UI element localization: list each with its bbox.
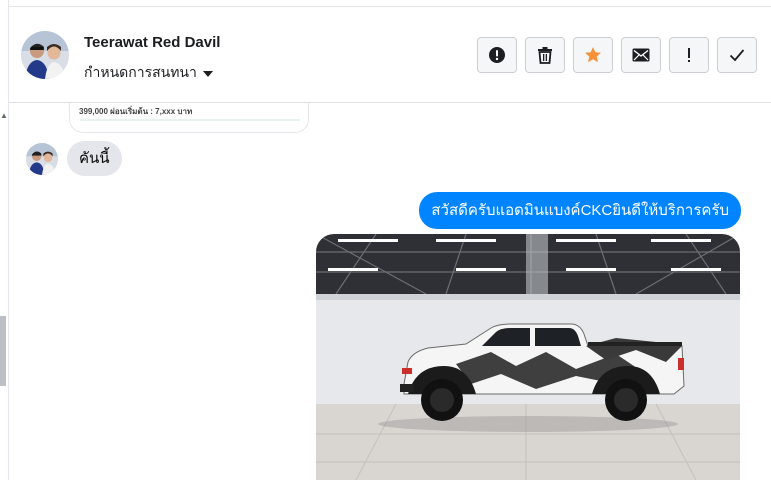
message-thread: 399,000 ผ่อนเริ่มต้น : 7,xxx บาท คันนี้ … [9, 103, 771, 480]
messenger-conversation: ▲ Teerawat Red Davil กำหนดการสนทนา 399,0… [0, 0, 771, 480]
follow-up-button[interactable] [669, 37, 709, 73]
previous-attachment-card[interactable]: 399,000 ผ่อนเริ่มต้น : 7,xxx บาท [69, 103, 309, 133]
card-divider [80, 119, 300, 121]
scrollbar-thumb[interactable] [0, 316, 6, 386]
conversation-header: Teerawat Red Davil กำหนดการสนทนา [9, 7, 771, 103]
done-button[interactable] [717, 37, 757, 73]
contact-name[interactable]: Teerawat Red Davil [84, 34, 220, 51]
envelope-icon [632, 48, 650, 62]
mark-unread-button[interactable] [621, 37, 661, 73]
delete-button[interactable] [525, 37, 565, 73]
incoming-message-bubble[interactable]: คันนี้ [67, 141, 122, 176]
card-price-text: 399,000 ผ่อนเริ่มต้น : 7,xxx บาท [79, 107, 193, 116]
sender-avatar[interactable] [26, 142, 58, 175]
white-pickup-truck-photo[interactable] [316, 234, 740, 480]
star-icon [585, 47, 601, 63]
star-button[interactable] [573, 37, 613, 73]
outgoing-message-bubble[interactable]: สวัสดีครับแอดมินแบงค์CKCยินดีให้บริการคร… [419, 192, 741, 229]
conversation-label-text: กำหนดการสนทนา [84, 64, 197, 80]
checkmark-icon [729, 49, 745, 62]
conversation-list-edge: ▲ [0, 0, 9, 480]
conversation-label-dropdown[interactable]: กำหนดการสนทนา [84, 62, 213, 84]
scroll-up-arrow-icon[interactable]: ▲ [0, 112, 8, 120]
contact-avatar[interactable] [21, 31, 69, 79]
spam-button[interactable] [477, 37, 517, 73]
exclamation-circle-icon [489, 47, 505, 63]
trash-icon [538, 47, 552, 64]
caret-down-icon [202, 70, 213, 77]
conversation-actions [477, 37, 757, 73]
incoming-message-row: คันนี้ [26, 141, 122, 176]
exclamation-icon [688, 48, 690, 62]
